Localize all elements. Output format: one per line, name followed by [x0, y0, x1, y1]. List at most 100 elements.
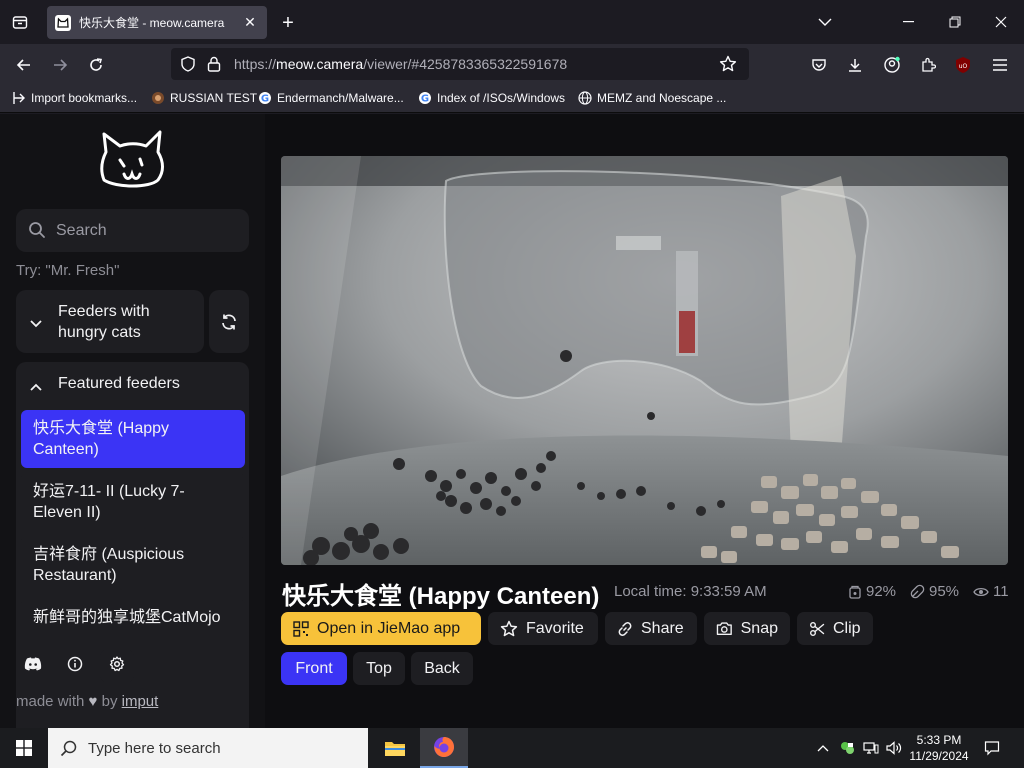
share-label: Share: [641, 619, 684, 637]
browser-tab-active[interactable]: 快乐大食堂 - meow.camera ✕: [47, 6, 267, 39]
taskbar-search-placeholder: Type here to search: [88, 739, 221, 757]
qr-code-icon: [293, 620, 309, 637]
google-icon: G: [258, 91, 272, 105]
refresh-button[interactable]: [209, 290, 249, 353]
share-button[interactable]: Share: [605, 612, 697, 645]
svg-text:G: G: [261, 94, 269, 105]
author-link[interactable]: imput: [122, 693, 159, 710]
bookmark-endermanch[interactable]: G Endermanch/Malware...: [258, 91, 404, 105]
restore-icon[interactable]: [932, 0, 978, 44]
ublock-origin-icon[interactable]: uO: [948, 50, 978, 80]
bookmark-label: Index of /ISOs/Windows: [437, 91, 566, 105]
network-icon[interactable]: [860, 728, 882, 768]
taskbar-clock[interactable]: 5:33 PM 11/29/2024: [906, 732, 972, 764]
windows-start-icon[interactable]: [0, 728, 48, 768]
feeder-list: 快乐大食堂 (Happy Canteen) 好运7-11- II (Lucky …: [0, 405, 265, 633]
hungry-label-line1: Feeders with: [58, 303, 150, 320]
camera-icon: [716, 622, 732, 636]
camera-stream[interactable]: [281, 156, 1008, 565]
viewers-stat: 11: [973, 583, 1009, 600]
clip-button[interactable]: Clip: [797, 612, 873, 645]
back-arrow-icon[interactable]: [9, 50, 39, 80]
bookmark-import[interactable]: Import bookmarks...: [12, 91, 137, 105]
bookmark-russian-test[interactable]: RUSSIAN TEST: [151, 91, 257, 105]
view-top-button[interactable]: Top: [353, 652, 405, 685]
search-hint: Try: "Mr. Fresh": [16, 262, 120, 279]
browser-tab-bar: 快乐大食堂 - meow.camera ✕ +: [0, 0, 1024, 44]
clip-label: Clip: [833, 619, 861, 637]
site-favicon: [151, 91, 165, 105]
feeder-item-catmojo[interactable]: 新鲜哥的独享城堡CatMojo: [21, 599, 245, 633]
search-icon: [60, 739, 78, 761]
feeder-item-auspicious-restaurant[interactable]: 吉祥食府 (Auspicious Restaurant): [21, 536, 245, 594]
search-input[interactable]: Search: [16, 209, 249, 252]
close-tab-icon[interactable]: ✕: [241, 14, 259, 32]
info-icon: [67, 656, 83, 677]
firefox-icon[interactable]: [420, 728, 468, 768]
heart-icon: ♥: [88, 693, 98, 710]
bookmark-label: RUSSIAN TEST: [170, 91, 258, 105]
bookmark-isos[interactable]: G Index of /ISOs/Windows: [418, 91, 565, 105]
about-button[interactable]: [58, 649, 92, 683]
cat-favicon-icon: [55, 14, 71, 31]
feeder-item-happy-canteen[interactable]: 快乐大食堂 (Happy Canteen): [21, 410, 245, 468]
feeder-name-line1: 好运7-11- II (Lucky 7-: [33, 483, 185, 500]
settings-button[interactable]: [100, 649, 134, 683]
health-stat: 95%: [910, 583, 959, 600]
search-placeholder: Search: [56, 221, 107, 239]
svg-text:G: G: [421, 94, 429, 105]
made-with-text: made with: [16, 693, 85, 710]
url-prefix: https://: [234, 56, 277, 72]
tray-app-icon[interactable]: [836, 728, 858, 768]
discord-button[interactable]: [16, 649, 50, 683]
refresh-icon: [220, 313, 238, 336]
bookmark-star-icon[interactable]: [719, 55, 737, 78]
list-all-tabs-icon[interactable]: [802, 0, 848, 44]
hungry-feeders-dropdown[interactable]: Feeders with hungry cats: [16, 290, 204, 353]
view-front-button[interactable]: Front: [281, 652, 347, 685]
scissors-icon: [810, 621, 825, 636]
menu-hamburger-icon[interactable]: [985, 50, 1015, 80]
view-back-button[interactable]: Back: [411, 652, 473, 685]
url-host: meow.camera: [276, 56, 364, 72]
show-hidden-icons-icon[interactable]: [812, 728, 834, 768]
featured-feeders-label: Featured feeders: [58, 375, 180, 392]
bookmark-label: Import bookmarks...: [31, 91, 138, 105]
meow-camera-logo[interactable]: [98, 130, 168, 192]
tracking-protection-icon[interactable]: [180, 56, 196, 77]
tab-list-icon[interactable]: [0, 0, 40, 44]
discord-icon: [24, 657, 42, 676]
windows-taskbar: Type here to search 5:33 PM 11/29/2024: [0, 728, 1024, 768]
featured-feeders-header[interactable]: Featured feeders: [16, 362, 249, 405]
volume-icon[interactable]: [883, 728, 905, 768]
url-path: /viewer/#4258783365322591678: [363, 56, 568, 72]
made-with-credit: made with ♥ by imput: [16, 693, 158, 710]
file-explorer-icon[interactable]: [371, 728, 419, 768]
bookmark-memz[interactable]: MEMZ and Noescape ...: [578, 91, 726, 105]
bookmarks-toolbar: Import bookmarks... RUSSIAN TEST G Ender…: [0, 85, 1024, 113]
url-text[interactable]: https://meow.camera/viewer/#425878336532…: [234, 56, 567, 72]
pocket-icon[interactable]: [804, 50, 834, 80]
camera-title-row: 快乐大食堂 (Happy Canteen): [282, 576, 599, 611]
notifications-icon[interactable]: [980, 728, 1004, 768]
reload-icon[interactable]: [81, 50, 111, 80]
feeder-item-lucky-7-eleven[interactable]: 好运7-11- II (Lucky 7- Eleven II): [21, 473, 245, 531]
food-bag-icon: [849, 585, 861, 599]
lock-icon[interactable]: [207, 56, 221, 77]
open-in-app-button[interactable]: Open in JieMao app: [281, 612, 481, 645]
downloads-icon[interactable]: [840, 50, 870, 80]
snap-button[interactable]: Snap: [704, 612, 790, 645]
forward-arrow-icon[interactable]: [45, 50, 75, 80]
bookmark-label: Endermanch/Malware...: [277, 91, 404, 105]
minimize-icon[interactable]: [886, 0, 932, 44]
feeder-name-line2: Restaurant): [33, 567, 117, 584]
feeder-name-line2: Eleven II): [33, 504, 101, 521]
close-window-icon[interactable]: [978, 0, 1024, 44]
taskbar-search-input[interactable]: Type here to search: [48, 728, 368, 768]
new-tab-icon[interactable]: +: [276, 11, 300, 35]
account-icon[interactable]: [877, 50, 907, 80]
star-icon: [500, 620, 518, 636]
favorite-button[interactable]: Favorite: [488, 612, 598, 645]
url-bar[interactable]: https://meow.camera/viewer/#425878336532…: [171, 48, 749, 80]
extensions-icon[interactable]: [913, 50, 943, 80]
